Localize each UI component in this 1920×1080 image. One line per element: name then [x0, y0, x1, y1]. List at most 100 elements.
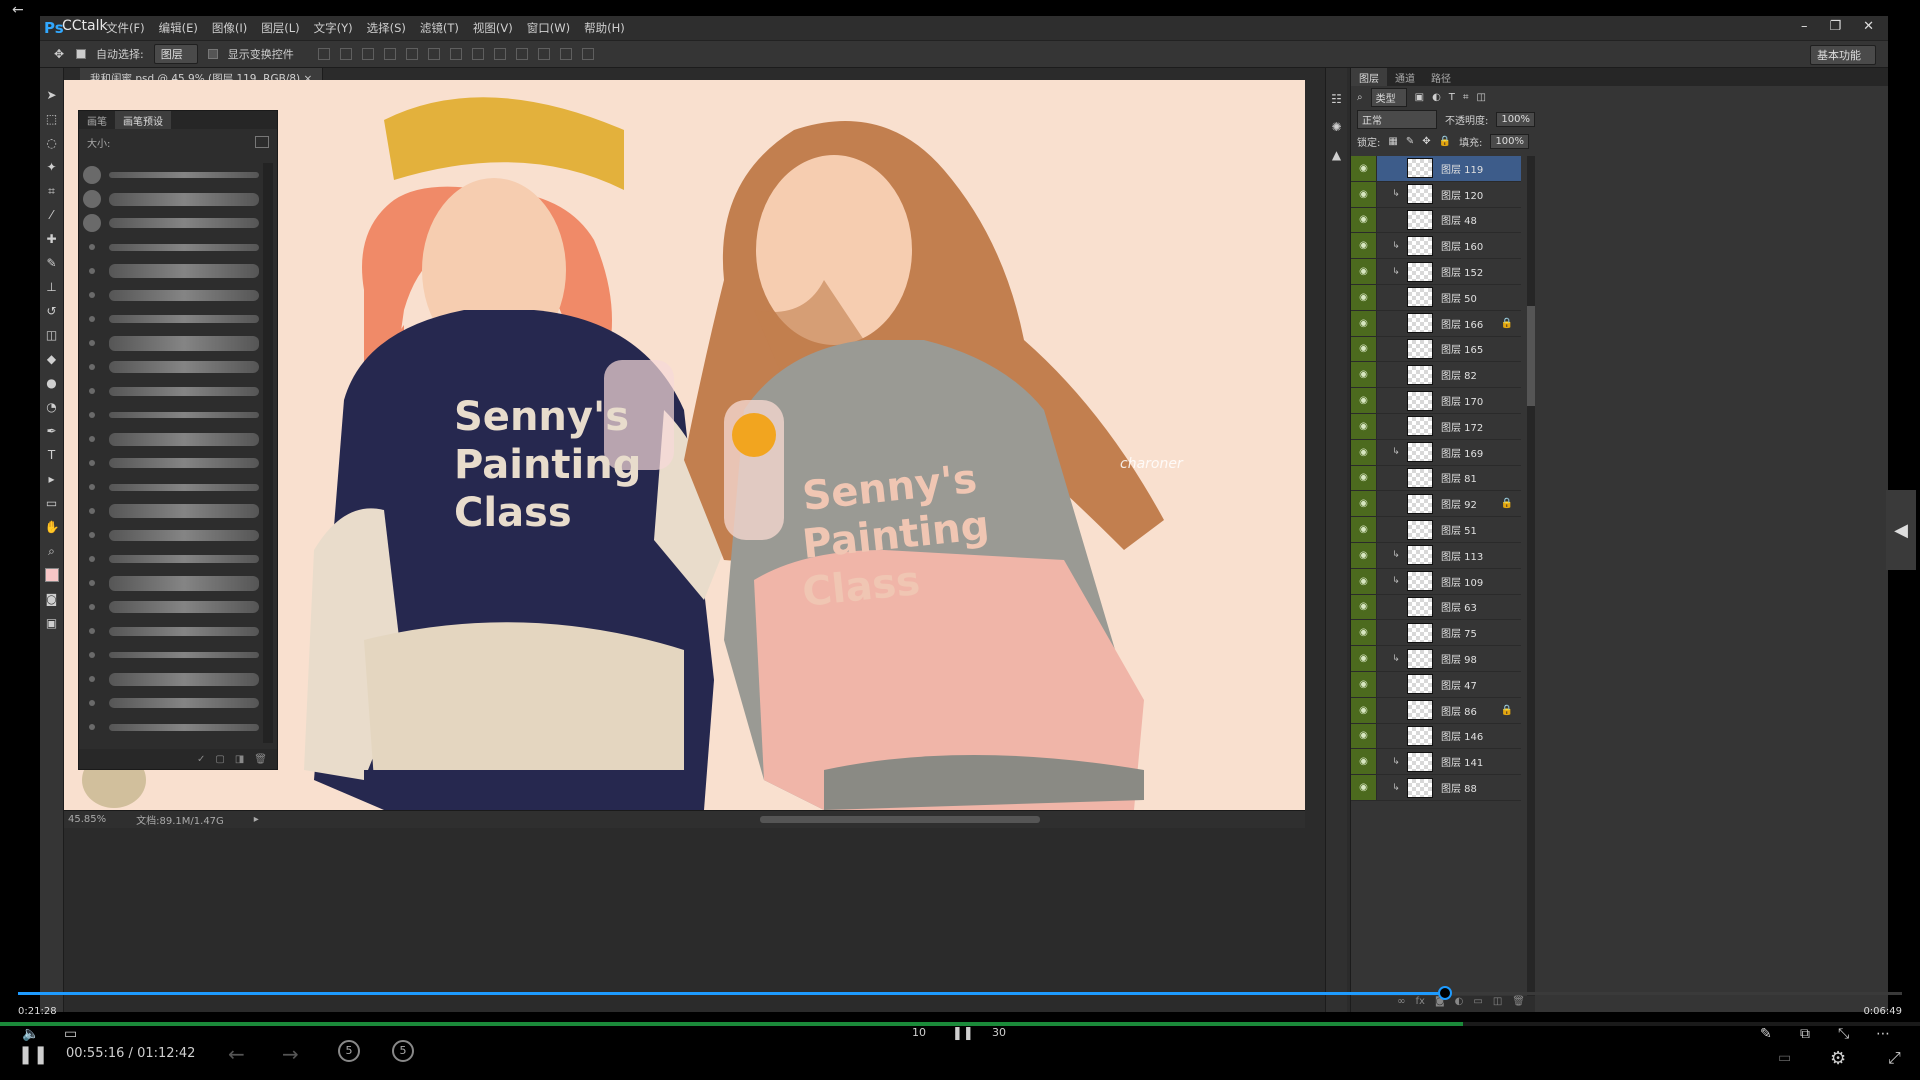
brush-preset-item[interactable] [83, 427, 259, 451]
layer-name[interactable]: 图层 172 [1441, 419, 1483, 434]
menu-select[interactable]: 选择(S) [367, 20, 406, 36]
visibility-eye-icon[interactable]: ◉ [1351, 568, 1377, 594]
healing-brush-icon[interactable]: ✚ [45, 232, 59, 246]
rectangle-tool-icon[interactable]: ▭ [45, 496, 59, 510]
layer-name[interactable]: 图层 169 [1441, 445, 1483, 460]
hand-tool-icon[interactable]: ✋ [45, 520, 60, 534]
brush-preset-item[interactable] [83, 523, 259, 547]
layer-name[interactable]: 图层 75 [1441, 625, 1477, 640]
document-info[interactable]: 文档:89.1M/1.47G [136, 812, 224, 827]
layer-row[interactable]: ◉ 图层 81 [1351, 465, 1521, 492]
layer-thumbnail[interactable] [1407, 596, 1433, 617]
back-arrow-icon[interactable]: ← [12, 2, 24, 18]
brush-preset-item[interactable] [83, 595, 259, 619]
brush-preset-item[interactable] [83, 547, 259, 571]
screen-icon[interactable]: ▭ [1778, 1050, 1791, 1066]
video-seek-knob[interactable] [1438, 986, 1452, 1000]
layer-thumbnail[interactable] [1407, 725, 1433, 746]
back-5s-icon[interactable]: 5 [338, 1040, 360, 1062]
align-bottom-icon[interactable] [361, 48, 374, 60]
layer-name[interactable]: 图层 50 [1441, 290, 1477, 305]
visibility-eye-icon[interactable]: ◉ [1351, 542, 1377, 568]
layer-thumbnail[interactable] [1407, 287, 1433, 308]
tab-paths[interactable]: 路径 [1423, 68, 1459, 86]
brush-preset-item[interactable] [83, 451, 259, 475]
visibility-eye-icon[interactable]: ◉ [1351, 620, 1377, 646]
auto-select-checkbox[interactable] [76, 49, 86, 59]
layer-thumbnail[interactable] [1407, 622, 1433, 643]
visibility-eye-icon[interactable]: ◉ [1351, 723, 1377, 749]
restore-icon[interactable]: ❐ [1829, 19, 1841, 34]
layer-thumbnail[interactable] [1407, 390, 1433, 411]
brush-list-scrollbar[interactable] [263, 163, 273, 743]
align-vcenter-icon[interactable] [339, 48, 352, 60]
canvas-horizontal-scrollbar[interactable] [760, 816, 1040, 823]
visibility-eye-icon[interactable]: ◉ [1351, 671, 1377, 697]
brush-new-icon[interactable]: ▢ [215, 754, 224, 765]
brush-preset-item[interactable] [83, 475, 259, 499]
brush-preset-item[interactable] [83, 307, 259, 331]
picture-in-picture-icon[interactable]: ⧉ [1800, 1026, 1810, 1042]
lock-all-icon[interactable]: 🔒 [1439, 136, 1451, 147]
dodge-tool-icon[interactable]: ◔ [45, 400, 59, 414]
history-panel-icon[interactable]: ☷ [1330, 92, 1344, 106]
layer-row[interactable]: ◉ ↳ 图层 141 [1351, 749, 1521, 776]
align-hcenter-icon[interactable] [405, 48, 418, 60]
brush-preset-item[interactable] [83, 619, 259, 643]
fx-icon[interactable]: fx [1416, 996, 1425, 1012]
layer-row[interactable]: ◉ ↳ 图层 109 [1351, 568, 1521, 595]
layer-thumbnail[interactable] [1407, 571, 1433, 592]
video-seek-bar[interactable] [18, 992, 1902, 995]
tab-brush[interactable]: 画笔 [79, 111, 115, 129]
visibility-eye-icon[interactable]: ◉ [1351, 207, 1377, 233]
zoom-readout[interactable]: 45.85% [68, 814, 106, 825]
visibility-eye-icon[interactable]: ◉ [1351, 646, 1377, 671]
layer-thumbnail[interactable] [1407, 777, 1433, 798]
layer-thumbnail[interactable] [1407, 519, 1433, 540]
layer-row[interactable]: ◉ ↳ 图层 152 [1351, 259, 1521, 285]
distribute-vcenter-icon[interactable] [471, 48, 484, 60]
layer-row[interactable]: ◉ 图层 165 [1351, 336, 1521, 363]
layer-row[interactable]: ◉ ↳ 图层 98 [1351, 646, 1521, 672]
brush-preset-item[interactable] [83, 283, 259, 307]
visibility-eye-icon[interactable]: ◉ [1351, 749, 1377, 775]
distribute-hcenter-icon[interactable] [537, 48, 550, 60]
layer-name[interactable]: 图层 81 [1441, 470, 1477, 485]
blur-tool-icon[interactable]: ● [45, 376, 59, 390]
layer-row[interactable]: ◉ ↳ 图层 88 [1351, 775, 1521, 801]
layer-thumbnail[interactable] [1407, 648, 1433, 669]
brush-preset-item[interactable] [83, 211, 259, 235]
visibility-eye-icon[interactable]: ◉ [1351, 465, 1377, 491]
layer-row[interactable]: ◉ 图层 51 [1351, 517, 1521, 543]
brush-preset-item[interactable] [83, 667, 259, 691]
layer-row[interactable]: ◉ 图层 86 🔒 [1351, 697, 1521, 724]
layer-thumbnail[interactable] [1407, 338, 1433, 359]
layer-row[interactable]: ◉ 图层 92 🔒 [1351, 491, 1521, 518]
layer-thumbnail[interactable] [1407, 184, 1433, 205]
menu-view[interactable]: 视图(V) [473, 20, 513, 36]
layer-name[interactable]: 图层 82 [1441, 367, 1477, 382]
layer-name[interactable]: 图层 119 [1441, 161, 1483, 176]
menu-layer[interactable]: 图层(L) [261, 20, 299, 36]
new-group-icon[interactable]: ▭ [1473, 996, 1482, 1012]
align-right-icon[interactable] [427, 48, 440, 60]
filter-pixel-icon[interactable]: ▣ [1415, 92, 1424, 103]
layer-thumbnail[interactable] [1407, 209, 1433, 230]
layer-row[interactable]: ◉ ↳ 图层 160 [1351, 233, 1521, 260]
layer-name[interactable]: 图层 165 [1441, 341, 1483, 356]
brush-preset-item[interactable] [83, 235, 259, 259]
brush-preset-item[interactable] [83, 163, 259, 187]
visibility-eye-icon[interactable]: ◉ [1351, 233, 1377, 259]
layer-thumbnail[interactable] [1407, 364, 1433, 385]
distribute-top-icon[interactable] [449, 48, 462, 60]
layer-name[interactable]: 图层 141 [1441, 754, 1483, 769]
workspace-dropdown[interactable]: 基本功能 [1810, 45, 1876, 65]
brush-preset-item[interactable] [83, 403, 259, 427]
adjustments-panel-icon[interactable]: ✺ [1330, 120, 1344, 134]
layer-name[interactable]: 图层 113 [1441, 548, 1483, 563]
layer-row[interactable]: ◉ 图层 119 [1351, 156, 1521, 182]
minimize-icon[interactable]: – [1801, 19, 1808, 34]
layer-name[interactable]: 图层 166 [1441, 316, 1483, 331]
brush-tool-icon[interactable]: ✎ [45, 256, 59, 270]
next-icon[interactable]: → [282, 1042, 299, 1066]
